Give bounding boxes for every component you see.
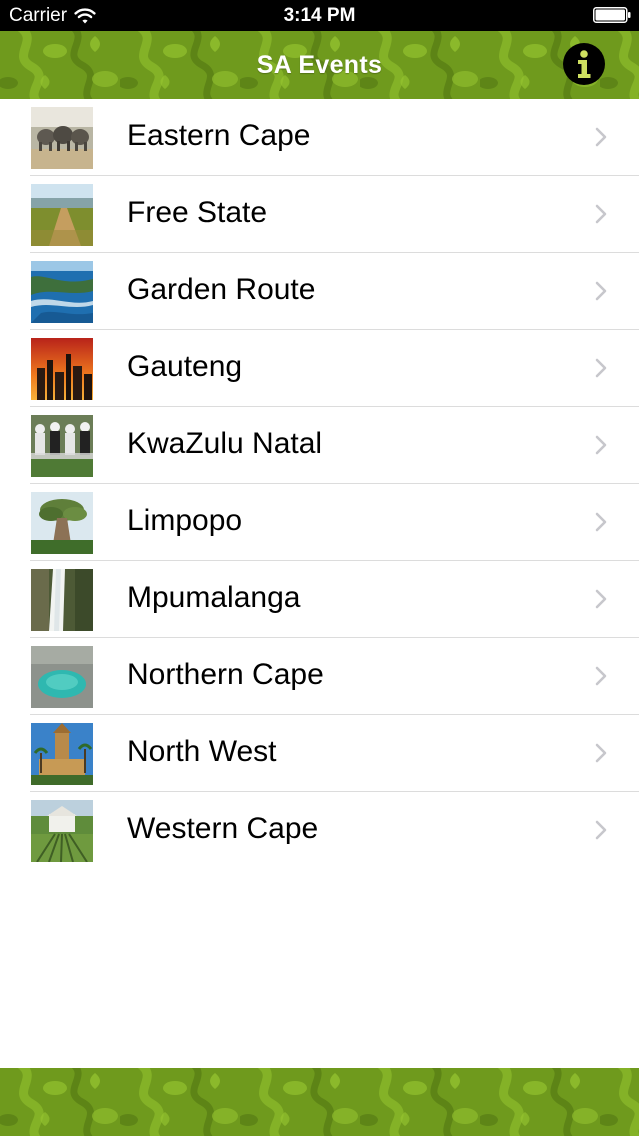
- list-item-limpopo[interactable]: Limpopo: [0, 484, 639, 561]
- battery-icon: [593, 7, 631, 23]
- chevron-right-icon: [595, 127, 607, 147]
- status-time: 3:14 PM: [283, 5, 356, 26]
- region-label: Limpopo: [127, 504, 243, 537]
- region-label: Free State: [127, 196, 268, 229]
- chevron-right-icon: [595, 358, 607, 378]
- info-icon: [578, 50, 591, 78]
- chevron-right-icon: [595, 589, 607, 609]
- chevron-right-icon: [595, 666, 607, 686]
- chevron-right-icon: [595, 743, 607, 763]
- status-bar: Carrier 3:14 PM: [0, 0, 639, 31]
- list-item-kwazulu-natal[interactable]: KwaZulu Natal: [0, 407, 639, 484]
- chevron-right-icon: [595, 512, 607, 532]
- list-item-mpumalanga[interactable]: Mpumalanga: [0, 561, 639, 638]
- blue-pool-thumbnail: [31, 646, 93, 708]
- app-screen: Carrier 3:14 PM SA Events Eastern Cape F…: [0, 0, 639, 1136]
- region-label: Eastern Cape: [127, 119, 311, 152]
- region-label: KwaZulu Natal: [127, 427, 323, 460]
- vineyard-house-thumbnail: [31, 800, 93, 862]
- region-label: Northern Cape: [127, 658, 324, 691]
- damask-pattern: [0, 1068, 639, 1136]
- elephants-thumbnail: [31, 107, 93, 169]
- list-item-eastern-cape[interactable]: Eastern Cape: [0, 99, 639, 176]
- region-label: Mpumalanga: [127, 581, 301, 614]
- coastline-thumbnail: [31, 261, 93, 323]
- field-road-thumbnail: [31, 184, 93, 246]
- city-sunset-thumbnail: [31, 338, 93, 400]
- region-label: Garden Route: [127, 273, 316, 306]
- chevron-right-icon: [595, 435, 607, 455]
- list-item-gauteng[interactable]: Gauteng: [0, 330, 639, 407]
- chevron-right-icon: [595, 281, 607, 301]
- region-label: Western Cape: [127, 812, 319, 845]
- palace-tower-thumbnail: [31, 723, 93, 785]
- region-label: Gauteng: [127, 350, 243, 383]
- waterfall-thumbnail: [31, 569, 93, 631]
- list-item-free-state[interactable]: Free State: [0, 176, 639, 253]
- region-label: North West: [127, 735, 277, 768]
- baobab-tree-thumbnail: [31, 492, 93, 554]
- list-item-northern-cape[interactable]: Northern Cape: [0, 638, 639, 715]
- chevron-right-icon: [595, 820, 607, 840]
- dancers-thumbnail: [31, 415, 93, 477]
- page-title: SA Events: [256, 51, 383, 79]
- region-list: Eastern Cape Free State Garden Route Gau…: [0, 99, 639, 869]
- navigation-bar: SA Events: [0, 31, 639, 99]
- bottom-toolbar: [0, 1068, 639, 1136]
- list-item-garden-route[interactable]: Garden Route: [0, 253, 639, 330]
- info-button[interactable]: [563, 43, 605, 85]
- list-item-north-west[interactable]: North West: [0, 715, 639, 792]
- list-item-western-cape[interactable]: Western Cape: [0, 792, 639, 869]
- chevron-right-icon: [595, 204, 607, 224]
